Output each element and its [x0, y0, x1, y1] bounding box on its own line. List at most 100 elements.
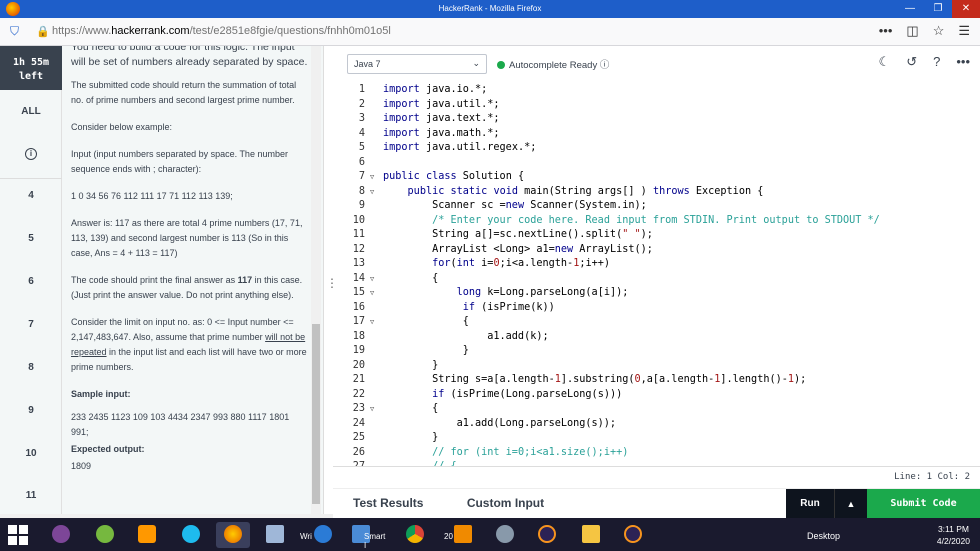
windows-start-icon[interactable]	[8, 525, 28, 545]
address-bar[interactable]: ⛉ 🔒 https://www.hackerrank.com/test/e285…	[0, 18, 980, 46]
code-line[interactable]: public static void main(String args[] ) …	[383, 186, 764, 197]
autocomplete-status[interactable]: Autocomplete Ready ⓘ	[497, 57, 609, 71]
code-line[interactable]: String s=a[a.length-1].substring(0,a[a.l…	[383, 374, 806, 385]
eclipse2-icon[interactable]	[616, 522, 650, 548]
language-select[interactable]: Java 7 ⌄	[347, 54, 487, 74]
fold-chevron-icon[interactable]: ▽	[370, 173, 374, 181]
close-button[interactable]: ✕	[952, 0, 980, 18]
fold-chevron-icon[interactable]: ▽	[370, 188, 374, 196]
line-number: 10	[352, 214, 365, 226]
status-dot-icon	[497, 61, 505, 69]
code-line[interactable]: a1.add(Long.parseLong(s));	[383, 418, 616, 429]
ie-icon[interactable]	[174, 522, 208, 548]
nav-question-11[interactable]: 11	[0, 490, 62, 501]
nav-all[interactable]: ALL	[0, 106, 62, 117]
line-number: 23	[352, 403, 365, 414]
code-line[interactable]: }	[383, 432, 438, 443]
expand-button[interactable]: ▲	[834, 489, 867, 519]
nav-question-7[interactable]: 7	[0, 319, 62, 330]
code-line[interactable]: import java.math.*;	[383, 128, 500, 139]
submit-button[interactable]: Submit Code	[867, 489, 980, 519]
clock[interactable]: 3:11 PM 4/2/2020	[937, 523, 970, 547]
star-icon[interactable]: ☆	[933, 23, 945, 39]
shield-icon[interactable]: ⛉	[10, 24, 24, 40]
nav-question-10[interactable]: 10	[0, 448, 62, 459]
utorrent-icon[interactable]	[88, 522, 122, 548]
tab-test-results[interactable]: Test Results	[353, 496, 423, 510]
line-number: 11	[352, 229, 365, 240]
tor-icon[interactable]	[44, 522, 78, 548]
fold-chevron-icon[interactable]: ▽	[370, 405, 374, 413]
problem-intro: You need to build a code for this logic.…	[71, 46, 308, 68]
minimize-button[interactable]: —	[896, 0, 924, 18]
nav-question-6[interactable]: 6	[0, 276, 62, 287]
line-number: 3	[358, 113, 365, 124]
code-line[interactable]: import java.io.*;	[383, 84, 487, 95]
problem-scrollbar[interactable]	[311, 46, 321, 514]
problem-p7: Consider the limit on input no. as: 0 <=…	[71, 317, 307, 372]
code-line[interactable]: a1.add(k);	[383, 331, 548, 342]
explorer-icon[interactable]	[574, 522, 608, 548]
code-line[interactable]: Scanner sc =new Scanner(System.in);	[383, 200, 647, 211]
code-line[interactable]: for(int i=0;i<a.length-1;i++)	[383, 258, 610, 269]
sublime-icon[interactable]	[130, 522, 164, 548]
code-line[interactable]: long k=Long.parseLong(a[i]);	[383, 287, 629, 298]
code-line[interactable]: /* Enter your code here. Read input from…	[383, 215, 880, 226]
info-icon[interactable]: ⓘ	[600, 60, 610, 71]
code-line[interactable]: if (isPrime(k))	[383, 302, 555, 313]
code-line[interactable]: String a[]=sc.nextLine().split(" ");	[383, 229, 653, 240]
fold-chevron-icon[interactable]: ▽	[370, 275, 374, 283]
code-line[interactable]: }	[383, 360, 438, 371]
menu-icon[interactable]: ☰	[958, 23, 970, 39]
app-icon[interactable]	[258, 522, 292, 548]
code-editor[interactable]: 1 2 3 4 5 6 7 ▽ 8 ▽ 9 10 11 12 13 14 ▽ 15 ▽ 16 17 ▽ 18 19 20 21 22…	[333, 82, 980, 466]
line-number: 4	[358, 127, 365, 139]
nav-question-5[interactable]: 5	[0, 233, 62, 244]
moon-icon[interactable]: ☾	[879, 54, 891, 70]
fold-chevron-icon[interactable]: ▽	[370, 289, 374, 297]
chrome-icon[interactable]	[398, 522, 432, 548]
code-line[interactable]: ArrayList <Long> a1=new ArrayList();	[383, 244, 653, 255]
tab-custom-input[interactable]: Custom Input	[467, 496, 544, 510]
info-icon[interactable]: i	[0, 148, 62, 160]
code-line[interactable]: import java.util.*;	[383, 99, 500, 110]
vlc-icon[interactable]: 20	[440, 522, 474, 548]
lock-icon[interactable]: 🔒	[36, 25, 50, 38]
code-line[interactable]: if (isPrime(Long.parseLong(s)))	[383, 389, 622, 400]
nav-question-9[interactable]: 9	[0, 405, 62, 416]
history-icon[interactable]: ↺	[906, 54, 917, 70]
smart-icon[interactable]: Smart I	[350, 522, 385, 550]
more-icon[interactable]: •••	[956, 54, 970, 70]
tool-icon[interactable]	[488, 522, 522, 548]
wri-icon[interactable]: Wri	[298, 522, 332, 548]
line-number: 15	[352, 287, 365, 298]
pocket-icon[interactable]: ◫	[906, 23, 918, 39]
run-button[interactable]: Run	[786, 489, 834, 519]
code-line[interactable]: public class Solution {	[383, 171, 524, 182]
line-number: 24	[352, 417, 365, 429]
url-text[interactable]: https://www.hackerrank.com/test/e2851e8f…	[52, 25, 391, 37]
nav-question-8[interactable]: 8	[0, 362, 62, 373]
code-line[interactable]: import java.util.regex.*;	[383, 142, 536, 153]
firefox-icon[interactable]	[216, 522, 250, 548]
nav-question-4[interactable]: 4	[0, 190, 62, 201]
eclipse-icon[interactable]	[530, 522, 564, 548]
code-line[interactable]: import java.text.*;	[383, 113, 500, 124]
code-line[interactable]: {	[383, 316, 469, 327]
fold-chevron-icon[interactable]: ▽	[370, 318, 374, 326]
code-line[interactable]: {	[383, 273, 438, 284]
panel-splitter[interactable]: ⋮⋮	[324, 46, 350, 514]
line-number: 6	[358, 156, 365, 168]
taskbar: Wri Smart I 20 Desktop 3:11 PM 4/2/2020	[0, 518, 980, 551]
desktop-toolbar[interactable]: Desktop	[807, 531, 840, 541]
code-line[interactable]: }	[383, 345, 469, 356]
maximize-button[interactable]: ❐	[924, 0, 952, 18]
code-line[interactable]: {	[383, 403, 438, 414]
code-line[interactable]: // for (int i=0;i<a1.size();i++)	[383, 447, 628, 458]
help-icon[interactable]: ?	[933, 54, 940, 70]
question-nav: ALL i 4 5 6 7 8 9 10 11	[0, 90, 62, 514]
line-number: 12	[352, 243, 365, 255]
more-icon[interactable]: •••	[879, 23, 893, 39]
line-number: 20	[352, 359, 365, 371]
editor-scrollbar[interactable]	[968, 82, 980, 466]
